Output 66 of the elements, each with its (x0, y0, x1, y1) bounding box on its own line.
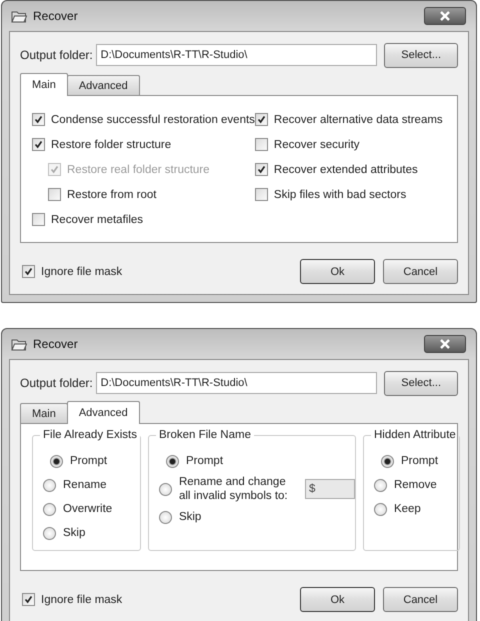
radio-button[interactable] (158, 510, 172, 524)
radio-label: Skip (178, 511, 202, 523)
radio-button[interactable] (380, 454, 394, 468)
cancel-button[interactable]: Cancel (383, 587, 458, 612)
checkbox[interactable] (22, 265, 35, 278)
radio-label: Rename and change all invalid symbols to: (178, 475, 289, 504)
checkbox-label: Recover security (274, 138, 360, 150)
checkbox[interactable] (254, 138, 268, 151)
close-button[interactable] (424, 335, 466, 353)
group-title: Broken File Name (158, 429, 252, 441)
checkbox[interactable] (254, 113, 268, 126)
tab[interactable]: Main (20, 73, 68, 96)
checkbox-label: Restore real folder structure (67, 164, 210, 176)
checkbox-label: Recover alternative data streams (274, 114, 443, 126)
window-title: Recover (33, 9, 79, 23)
radio-button[interactable] (166, 454, 179, 468)
select-button[interactable]: Select... (384, 370, 458, 396)
close-icon (439, 11, 451, 21)
close-button[interactable] (424, 7, 466, 25)
cancel-button[interactable]: Cancel (383, 259, 458, 284)
ok-button[interactable]: Ok (300, 259, 375, 284)
checkbox[interactable] (254, 163, 268, 176)
radio-button[interactable] (43, 478, 56, 492)
checkbox-label: Skip files with bad sectors (274, 188, 406, 200)
group-title: File Already Exists (42, 429, 138, 441)
radio-label: Overwrite (63, 503, 112, 515)
tab[interactable]: Advanced (66, 75, 140, 95)
radio-label: Keep (394, 503, 421, 515)
checkbox-label: Condense successful restoration events (51, 114, 255, 126)
radio-button[interactable] (50, 454, 63, 468)
radio-button[interactable] (158, 482, 172, 496)
radio-button[interactable] (43, 526, 56, 540)
output-folder-field[interactable]: D:\Documents\R-TT\R-Studio\ (96, 372, 378, 394)
folder-icon (11, 9, 27, 23)
tab[interactable]: Advanced (66, 401, 140, 424)
radio-label: Skip (63, 527, 86, 539)
checkbox[interactable] (32, 213, 45, 226)
checkbox-label: Restore from root (67, 188, 156, 200)
checkbox[interactable] (254, 188, 268, 201)
checkbox[interactable] (32, 138, 45, 151)
select-button[interactable]: Select... (384, 42, 458, 68)
radio-label: Prompt (70, 455, 108, 467)
group-title: Hidden Attribute (372, 429, 457, 441)
window-title: Recover (33, 337, 79, 351)
radio-button[interactable] (374, 502, 387, 516)
checkbox[interactable] (48, 188, 61, 201)
ok-button[interactable]: Ok (300, 587, 375, 612)
radio-button[interactable] (374, 478, 387, 492)
radio-button[interactable] (43, 502, 56, 516)
radio-label: Rename (63, 479, 106, 491)
folder-icon (11, 337, 27, 351)
output-folder-label: Output folder: (20, 48, 94, 62)
checkbox[interactable] (22, 593, 35, 606)
checkbox-label: Recover extended attributes (274, 164, 418, 176)
output-folder-label: Output folder: (20, 376, 94, 390)
radio-label: Prompt (186, 455, 224, 467)
radio-label: Remove (394, 479, 437, 491)
checkbox-label: Recover metafiles (51, 214, 144, 226)
radio-label: Prompt (400, 455, 438, 467)
output-folder-field[interactable]: D:\Documents\R-TT\R-Studio\ (96, 44, 378, 66)
checkbox-label: Restore folder structure (51, 138, 172, 150)
checkbox-label: Ignore file mask (41, 594, 122, 606)
checkbox-label: Ignore file mask (41, 266, 122, 278)
checkbox[interactable] (32, 113, 45, 126)
tab[interactable]: Main (20, 403, 68, 423)
close-icon (439, 339, 451, 349)
